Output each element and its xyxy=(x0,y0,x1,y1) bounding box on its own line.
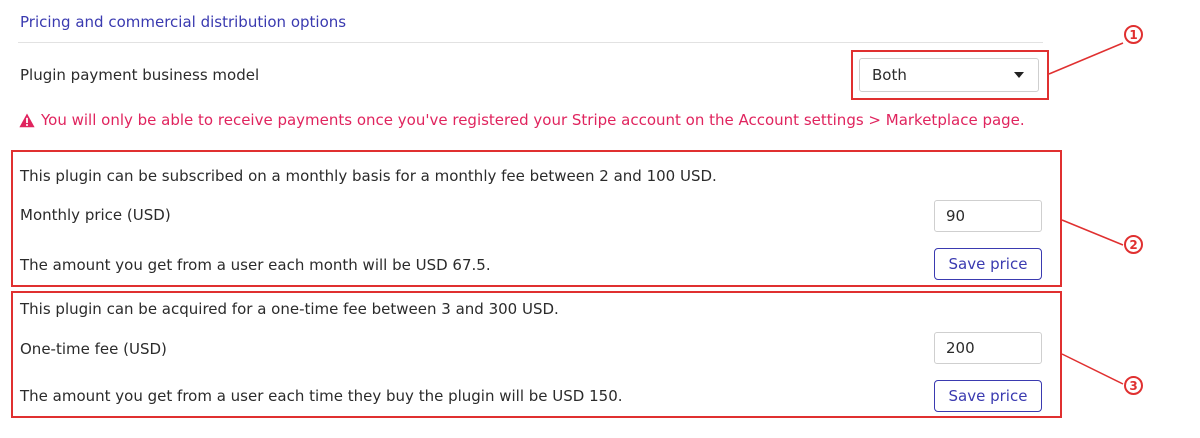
callout-3: 3 xyxy=(1124,376,1143,395)
annotation-leader-lines xyxy=(1048,42,1124,385)
callout-2: 2 xyxy=(1124,235,1143,254)
callout-1: 1 xyxy=(1124,25,1143,44)
